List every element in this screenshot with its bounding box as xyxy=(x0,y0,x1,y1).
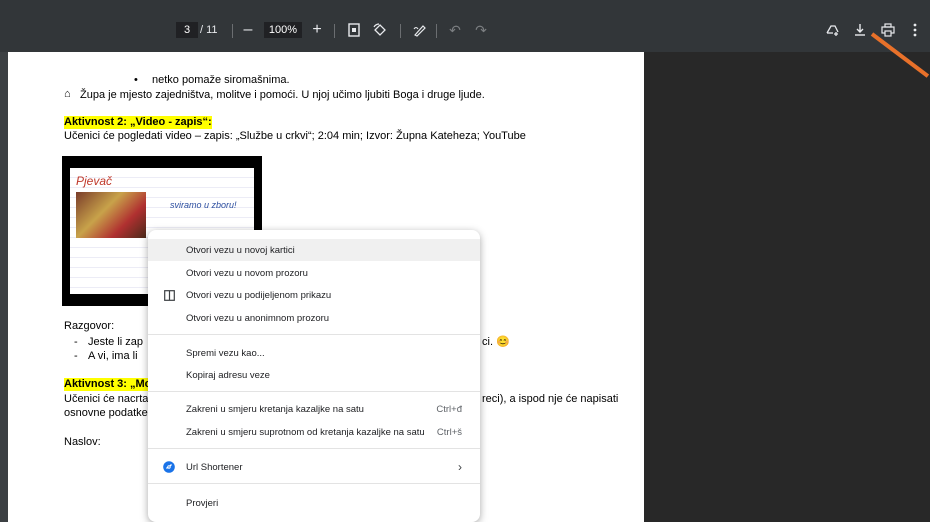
activity3-title: Aktivnost 3: „Moj xyxy=(64,378,155,391)
dash-bullet: - xyxy=(74,350,78,362)
menu-item-label: Url Shortener xyxy=(186,461,243,473)
menu-item-label: Otvori vezu u anonimnom prozoru xyxy=(186,312,330,324)
naslov-label: Naslov: xyxy=(64,436,101,448)
annotate-pen-icon[interactable] xyxy=(412,22,428,38)
menu-separator xyxy=(148,448,480,449)
toolbar-separator xyxy=(436,24,437,38)
menu-item-label: Zakreni u smjeru kretanja kazaljke na sa… xyxy=(186,403,364,415)
toolbar-separator xyxy=(400,24,401,38)
house-text: Župa je mjesto zajedništva, molitve i po… xyxy=(80,89,485,101)
menu-open-new-tab[interactable]: Otvori vezu u novoj kartici xyxy=(148,239,480,261)
razgovor-label: Razgovor: xyxy=(64,320,115,332)
menu-open-incognito[interactable]: Otvori vezu u anonimnom prozoru xyxy=(148,307,480,329)
house-icon: ⌂ xyxy=(64,88,71,100)
more-options-icon[interactable] xyxy=(908,22,922,38)
viewer-background xyxy=(644,52,930,522)
menu-open-new-window[interactable]: Otvori vezu u novom prozoru xyxy=(148,262,480,284)
undo-icon[interactable]: ↶ xyxy=(448,22,462,38)
chevron-right-icon: › xyxy=(458,460,462,474)
print-icon[interactable] xyxy=(880,22,896,38)
menu-separator xyxy=(148,483,480,484)
split-view-icon xyxy=(162,288,176,302)
pdf-toolbar: 3 / 11 – 100% + ↶ ↷ xyxy=(0,0,930,52)
menu-item-shortcut: Ctrl+đ xyxy=(436,403,462,415)
menu-separator xyxy=(148,391,480,392)
dash-bullet: - xyxy=(74,336,78,348)
bullet-text: netko pomaže siromašnima. xyxy=(152,74,290,86)
question1-start: Jeste li zap xyxy=(88,336,144,348)
menu-copy-link-address[interactable]: Kopiraj adresu veze xyxy=(148,364,480,386)
menu-rotate-clockwise[interactable]: Zakreni u smjeru kretanja kazaljke na sa… xyxy=(148,398,480,420)
zoom-input[interactable]: 100% xyxy=(264,22,302,38)
menu-rotate-counterclockwise[interactable]: Zakreni u smjeru suprotnom od kretanja k… xyxy=(148,421,480,443)
menu-save-link-as[interactable]: Spremi vezu kao... xyxy=(148,342,480,364)
rotate-icon[interactable] xyxy=(372,22,388,38)
activity2-title: Aktivnost 2: „Video - zapis“: xyxy=(64,116,212,129)
activity3-line1-end: reci), a ispod nje će napisati xyxy=(482,393,619,405)
toolbar-separator xyxy=(232,24,233,38)
menu-item-label: Otvori vezu u podijeljenom prikazu xyxy=(186,289,332,301)
menu-inspect[interactable]: Provjeri xyxy=(148,492,480,514)
menu-item-shortcut: Ctrl+š xyxy=(436,426,462,438)
menu-item-label: Provjeri xyxy=(186,497,219,509)
menu-item-label: Zakreni u smjeru suprotnom od kretanja k… xyxy=(186,426,425,438)
menu-item-label: Otvori vezu u novoj kartici xyxy=(186,244,295,256)
menu-url-shortener[interactable]: Url Shortener › xyxy=(148,456,480,478)
page-total: / 11 xyxy=(200,24,218,36)
drive-save-icon[interactable] xyxy=(824,22,840,38)
menu-separator xyxy=(148,334,480,335)
menu-item-label: Otvori vezu u novom prozoru xyxy=(186,267,308,279)
bullet-dot: • xyxy=(134,74,138,86)
choir-photo xyxy=(76,192,146,238)
video-title: Pjevač xyxy=(76,174,113,188)
question1-end: ci. 😊 xyxy=(482,336,510,348)
activity3-line2: osnovne podatke xyxy=(64,407,148,419)
toolbar-separator xyxy=(334,24,335,38)
menu-item-label: Kopiraj adresu veze xyxy=(186,369,270,381)
zoom-in-button[interactable]: + xyxy=(309,18,325,42)
viewer-left-gutter xyxy=(0,52,8,522)
download-icon[interactable] xyxy=(852,22,868,38)
activity2-desc: Učenici će pogledati video – zapis: „Slu… xyxy=(64,130,526,142)
redo-icon[interactable]: ↷ xyxy=(474,22,488,38)
question2-start: A vi, ima li xyxy=(88,350,138,362)
page-number-input[interactable]: 3 xyxy=(176,22,198,38)
context-menu: Otvori vezu u novoj kartici Otvori vezu … xyxy=(148,230,480,522)
menu-open-split-view[interactable]: Otvori vezu u podijeljenom prikazu xyxy=(148,284,480,306)
url-shortener-icon xyxy=(162,460,176,474)
zoom-out-button[interactable]: – xyxy=(240,18,256,42)
fit-page-icon[interactable] xyxy=(346,22,362,38)
menu-item-label: Spremi vezu kao... xyxy=(186,347,265,359)
activity3-line1-start: Učenici će nacrtati xyxy=(64,393,154,405)
video-subtitle: sviramo u zboru! xyxy=(170,200,237,210)
